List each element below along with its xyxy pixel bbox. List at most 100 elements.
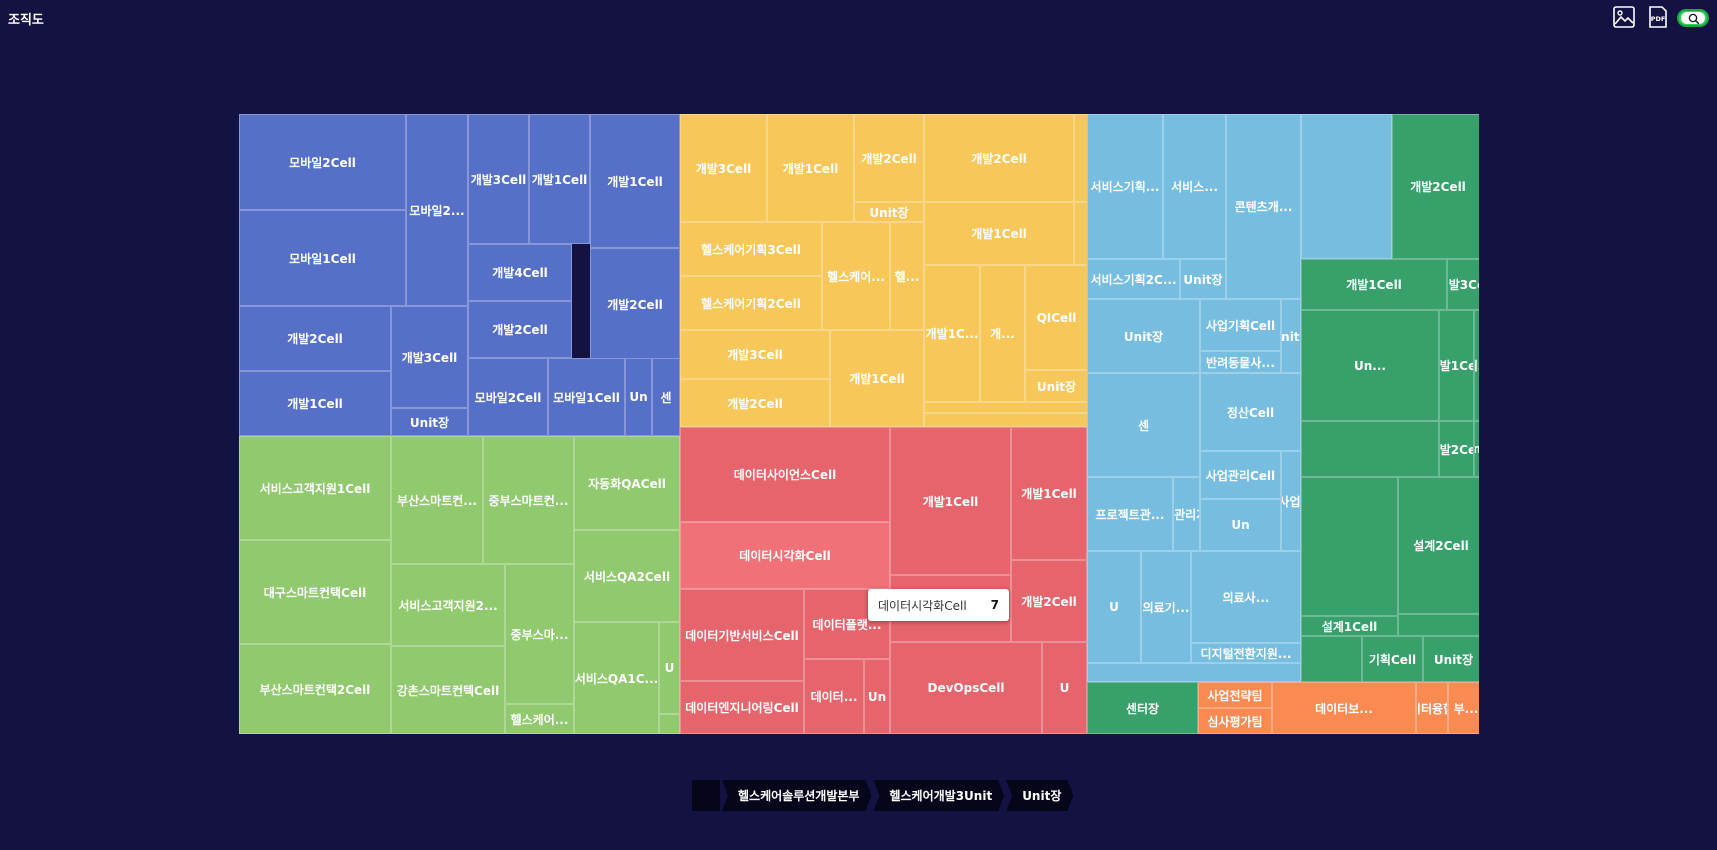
treemap-cell[interactable]: 개발3Cell [680, 114, 767, 222]
treemap-cell[interactable]: 콘텐츠개... [1226, 114, 1301, 299]
treemap-cell[interactable]: 센터장 [1087, 682, 1198, 734]
treemap-cell[interactable]: 헬스케어... [822, 222, 890, 330]
treemap-cell[interactable]: 개발3Cell [680, 330, 830, 379]
treemap-cell[interactable]: 개발1Cell [1439, 310, 1474, 421]
treemap-cell[interactable]: 서비스기획... [1087, 114, 1163, 259]
image-download-icon[interactable] [1612, 5, 1636, 29]
treemap-cell[interactable]: QICell [1025, 265, 1088, 370]
treemap-cell[interactable]: Un... [1474, 421, 1479, 477]
treemap-cell[interactable]: 의료기... [1141, 551, 1191, 663]
treemap-cell[interactable] [1301, 636, 1362, 682]
treemap-cell[interactable]: 개발1Cell [890, 427, 1011, 575]
breadcrumb-item[interactable]: Unit장 [1006, 780, 1073, 811]
treemap-cell[interactable]: 개발2Cell [468, 301, 572, 358]
treemap-cell[interactable]: 개발2Cell [854, 114, 924, 202]
treemap-cell[interactable]: 반려동물사... [1200, 351, 1281, 373]
treemap-cell[interactable] [1301, 477, 1398, 616]
treemap-cell[interactable]: 센 [652, 358, 680, 436]
treemap-cell[interactable]: 개... [980, 265, 1025, 402]
treemap-cell[interactable]: 부산스마트컨... [391, 436, 483, 564]
treemap-cell[interactable]: 설계2Cell [1398, 477, 1479, 614]
treemap-cell[interactable]: 심사평가팀 [1198, 708, 1272, 734]
treemap-cell[interactable]: 데이터시각화Cell [680, 522, 890, 589]
treemap-cell[interactable]: Un... [1301, 310, 1439, 421]
treemap-cell[interactable]: 데이터융합팀 [1416, 682, 1448, 734]
treemap-cell[interactable]: 개발1C... [924, 265, 980, 402]
treemap-cell[interactable] [1301, 114, 1392, 259]
treemap-cell[interactable]: 개발1Cell [924, 202, 1074, 265]
treemap-cell[interactable]: Unit장 [1087, 299, 1200, 373]
treemap-cell[interactable] [924, 402, 1088, 413]
treemap-cell[interactable]: 서비스... [1163, 114, 1226, 259]
treemap-cell[interactable]: 중부스마트컨... [483, 436, 574, 564]
treemap-cell[interactable]: 개발2Cell [1439, 421, 1474, 477]
treemap-cell[interactable]: 모바일2Cell [468, 358, 548, 436]
treemap-cell[interactable]: 개발3Cell [468, 114, 529, 244]
treemap-cell[interactable]: 개발1Cell [830, 330, 924, 427]
treemap-cell[interactable]: 대구스마트컨택Cell [239, 540, 391, 644]
treemap-cell[interactable]: 의료사... [1191, 551, 1301, 643]
treemap-cell[interactable]: 헬스케어기획2Cell [680, 276, 822, 330]
treemap-cell[interactable]: 서비스QA1C... [574, 622, 659, 734]
treemap-cell[interactable]: 개발2Cell [1392, 114, 1479, 259]
treemap-cell[interactable]: 헬스케어... [505, 704, 574, 734]
treemap-cell[interactable]: Unit장 [1180, 259, 1226, 299]
treemap-cell[interactable]: 개... [1474, 310, 1479, 421]
treemap-cell[interactable]: 개발1Cell [590, 114, 680, 248]
treemap-cell[interactable] [1301, 421, 1439, 477]
treemap-cell[interactable]: 모바일2... [406, 114, 468, 306]
treemap-cell[interactable]: 모바일1Cell [239, 210, 406, 306]
treemap-cell[interactable] [1074, 114, 1088, 202]
treemap-cell[interactable]: 개발2Cell [680, 379, 830, 427]
treemap-cell[interactable]: 부산스마트컨택2Cell [239, 644, 391, 734]
treemap-cell[interactable]: Unit장 [854, 202, 924, 222]
treemap-cell[interactable]: 모바일1Cell [548, 358, 625, 436]
breadcrumb-home[interactable] [692, 780, 720, 811]
zoom-toggle[interactable] [1677, 9, 1709, 27]
pdf-download-icon[interactable]: PDF [1646, 5, 1670, 29]
treemap-cell[interactable]: 개발1Cell [239, 371, 391, 436]
treemap-cell[interactable] [924, 413, 1088, 427]
treemap-cell[interactable]: 센 [1087, 373, 1200, 477]
treemap-cell[interactable]: 개발1Cell [767, 114, 854, 222]
treemap-cell[interactable]: 기획Cell [1362, 636, 1423, 682]
treemap-cell[interactable]: 서비스고객지원2... [391, 564, 505, 646]
treemap-cell[interactable]: 강촌스마트컨텍Cell [391, 646, 505, 734]
treemap-cell[interactable]: U [1042, 642, 1087, 734]
treemap-cell[interactable]: 공공사업Cell [1281, 451, 1301, 551]
treemap-cell[interactable] [1087, 663, 1301, 682]
treemap-cell[interactable]: 서비스고객지원1Cell [239, 436, 391, 540]
treemap-cell[interactable]: 자동화QACell [574, 436, 680, 530]
treemap-cell[interactable] [1398, 614, 1479, 636]
treemap-cell[interactable] [659, 714, 680, 734]
treemap-cell[interactable] [1074, 202, 1088, 265]
treemap-cell[interactable]: 사업관리지... [1173, 477, 1200, 551]
breadcrumb-item[interactable]: 헬스케어개발3Unit [873, 780, 1004, 811]
treemap-cell[interactable]: 개발1Cell [529, 114, 590, 244]
treemap-cell[interactable]: 개발1Cell [1301, 259, 1447, 310]
treemap-cell[interactable]: 헬스케어기획3Cell [680, 222, 822, 276]
treemap-cell[interactable]: 개발2Cell [239, 306, 391, 371]
treemap-cell[interactable]: Un [864, 659, 890, 734]
treemap-cell[interactable]: 데이터보... [1272, 682, 1416, 734]
treemap-cell[interactable]: 설계1Cell [1301, 616, 1398, 636]
treemap-cell[interactable]: 프로젝트관... [1087, 477, 1173, 551]
treemap-cell[interactable]: Unit장 [1025, 370, 1088, 402]
treemap-cell[interactable]: 데이터엔지니어링Cell [680, 681, 804, 734]
treemap-cell[interactable]: U [659, 622, 680, 714]
treemap-cell[interactable]: 개발3Cell [391, 306, 468, 408]
treemap-cell[interactable]: U [1087, 551, 1141, 663]
treemap-cell[interactable]: 개발4Cell [468, 244, 572, 301]
treemap-cell[interactable]: 정산Cell [1200, 373, 1301, 451]
treemap-cell[interactable]: 서비스QA2Cell [574, 530, 680, 622]
treemap-cell[interactable]: 데이터기반서비스Cell [680, 589, 804, 681]
treemap-cell[interactable]: 사업기획Cell [1200, 299, 1281, 351]
treemap-cell[interactable]: 데이터사이언스Cell [680, 427, 890, 522]
treemap-cell[interactable]: 모바일2Cell [239, 114, 406, 210]
treemap-cell[interactable]: Unit장 [1281, 299, 1301, 373]
treemap-cell[interactable]: 사업관리Cell [1200, 451, 1281, 499]
treemap-cell[interactable]: 개발2Cell [924, 114, 1074, 202]
treemap-cell[interactable]: 개발2Cell [1011, 560, 1087, 642]
treemap-cell[interactable]: 서비스기획2C... [1087, 259, 1180, 299]
treemap-cell[interactable]: 사업전략팀 [1198, 682, 1272, 708]
